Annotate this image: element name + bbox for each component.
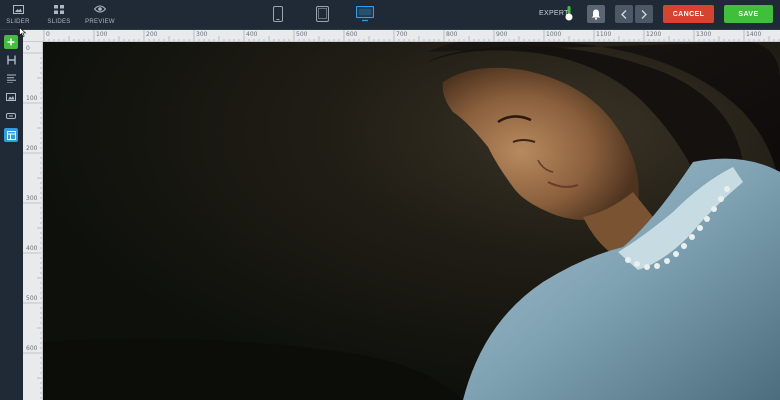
layer-toolbar xyxy=(0,30,23,400)
tablet-icon xyxy=(315,6,329,22)
horizontal-ruler-label: 0 xyxy=(46,31,50,38)
slider-nav-label: SLIDER xyxy=(6,19,30,25)
horizontal-ruler-label: 1200 xyxy=(646,31,662,38)
slider-nav-button[interactable]: SLIDER xyxy=(6,2,30,28)
horizontal-ruler-label: 500 xyxy=(296,31,308,38)
horizontal-ruler-label: 800 xyxy=(446,31,458,38)
horizontal-ruler-label: 1100 xyxy=(596,31,612,38)
horizontal-ruler-label: 400 xyxy=(246,31,258,38)
text-layer-button[interactable] xyxy=(4,71,18,85)
add-layer-button[interactable] xyxy=(4,35,18,49)
horizontal-ruler-label: 700 xyxy=(396,31,408,38)
layout-icon xyxy=(6,130,16,140)
image-layer-button[interactable] xyxy=(4,90,18,104)
preview-nav-button[interactable]: PREVIEW xyxy=(85,2,115,28)
horizontal-ruler-label: 300 xyxy=(196,31,208,38)
vertical-ruler-label: 500 xyxy=(26,295,38,302)
desktop-view-button[interactable] xyxy=(355,4,375,24)
slide-background-image xyxy=(43,42,780,400)
mouse-pointer-icon xyxy=(19,27,27,37)
heading-icon xyxy=(6,55,16,65)
bell-icon xyxy=(591,9,601,20)
next-button[interactable] xyxy=(635,5,653,23)
button-icon xyxy=(6,113,16,119)
vertical-ruler-label: 600 xyxy=(26,345,38,352)
grid-icon xyxy=(54,2,64,16)
horizontal-ruler-label: 1000 xyxy=(546,31,562,38)
horizontal-ruler-label: 200 xyxy=(146,31,158,38)
text-icon xyxy=(6,74,16,83)
heading-layer-button[interactable] xyxy=(4,53,18,67)
layout-layer-button[interactable] xyxy=(4,128,18,142)
desktop-icon xyxy=(356,6,374,22)
image-icon xyxy=(6,93,16,101)
horizontal-ruler: 0 100 200 300 400 500 600 700 800 900 1000 1100 1200… xyxy=(23,30,780,42)
vertical-ruler: 0 100 200 300 400 500 600 xyxy=(23,42,43,400)
vertical-ruler-label: 400 xyxy=(26,245,38,252)
horizontal-ruler-label: 900 xyxy=(496,31,508,38)
slides-nav-label: SLIDES xyxy=(47,19,71,25)
save-button[interactable]: SAVE xyxy=(724,5,773,23)
add-layer-icon xyxy=(7,38,15,46)
horizontal-ruler-label: 1400 xyxy=(746,31,762,38)
horizontal-ruler-label: 600 xyxy=(346,31,358,38)
chevron-left-icon xyxy=(621,9,627,19)
previous-button[interactable] xyxy=(615,5,633,23)
vertical-ruler-label: 300 xyxy=(26,195,38,202)
horizontal-ruler-label: 1300 xyxy=(696,31,712,38)
slides-nav-button[interactable]: SLIDES xyxy=(47,2,71,28)
image-icon xyxy=(12,2,24,16)
cancel-button[interactable]: CANCEL xyxy=(663,5,714,23)
slider-editor: SLIDER SLIDES PREVIEW EXPERT CANCEL SAVE… xyxy=(0,0,780,400)
tablet-view-button[interactable] xyxy=(312,4,332,24)
expert-mode-toggle[interactable] xyxy=(565,6,573,22)
button-layer-button[interactable] xyxy=(4,109,18,123)
phone-icon xyxy=(273,6,283,22)
vertical-ruler-label: 200 xyxy=(26,145,38,152)
chevron-right-icon xyxy=(641,9,647,19)
notifications-button[interactable] xyxy=(587,5,605,23)
slide-canvas[interactable] xyxy=(43,42,780,400)
phone-view-button[interactable] xyxy=(268,4,288,24)
vertical-ruler-label: 100 xyxy=(26,95,38,102)
eye-icon xyxy=(94,2,106,16)
vertical-ruler-label: 0 xyxy=(26,45,30,52)
top-toolbar: SLIDER SLIDES PREVIEW EXPERT CANCEL SAVE xyxy=(0,0,780,30)
preview-nav-label: PREVIEW xyxy=(85,19,115,25)
horizontal-ruler-label: 100 xyxy=(96,31,108,38)
